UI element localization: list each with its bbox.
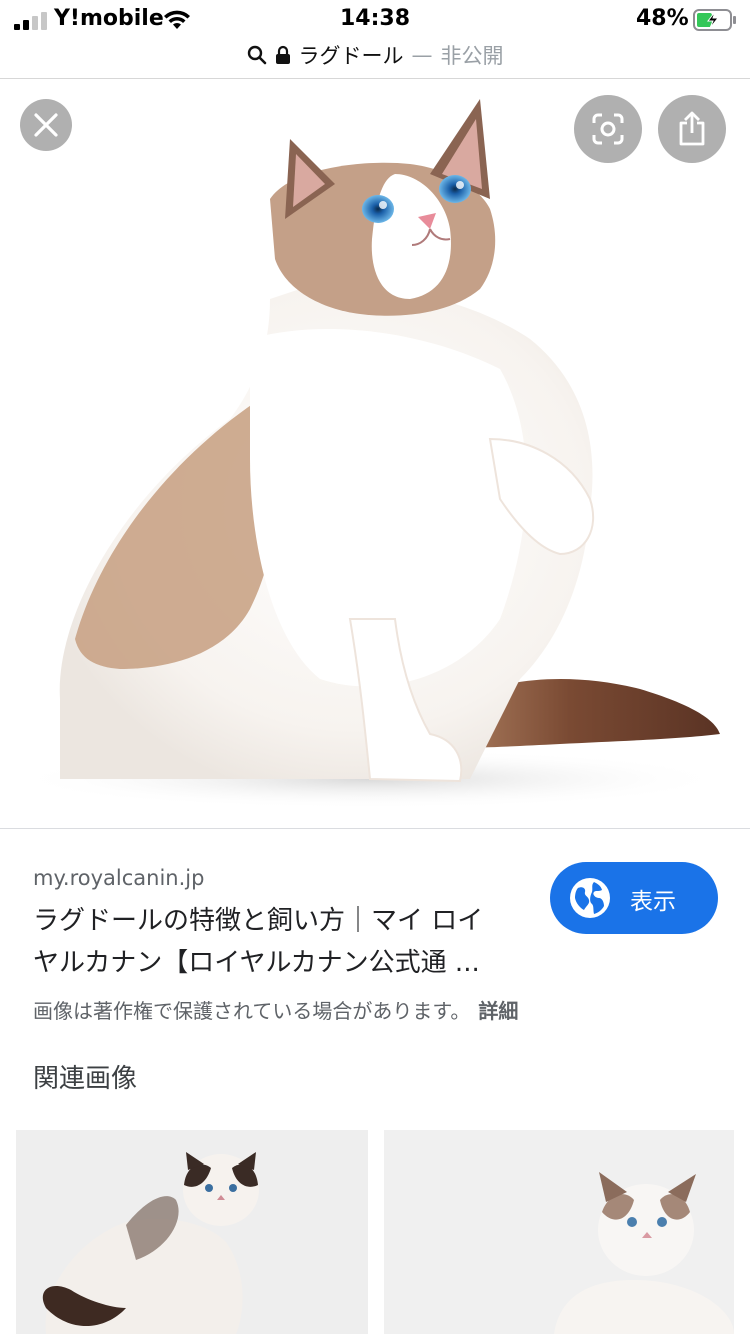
globe-icon [570,878,610,918]
share-icon [679,111,705,146]
battery-icon [693,9,736,31]
lens-icon [592,113,624,145]
related-image-thumbnail[interactable] [384,1130,734,1334]
related-cat-image [42,1152,259,1334]
result-title-line-1: ラグドールの特徴と飼い方｜マイ ロイ [33,906,484,936]
close-button[interactable] [20,99,72,151]
image-viewer[interactable] [0,79,750,828]
url-bar[interactable]: ラグドール — 非公開 [0,40,750,79]
related-cat-image [554,1172,734,1334]
url-title: ラグドール [298,44,404,68]
result-title-line-2: ヤルカナン【ロイヤルカナン公式通 ... [33,948,480,978]
copyright-notice: 画像は著作権で保護されている場合があります。 詳細 [33,995,518,1024]
related-images-heading: 関連画像 [33,1064,138,1094]
result-title-link[interactable]: ラグドールの特徴と飼い方｜マイ ロイ ヤルカナン【ロイヤルカナン公式通 ... [33,900,533,984]
related-image-thumbnail[interactable] [16,1130,368,1334]
copyright-text: 画像は著作権で保護されている場合があります。 [33,999,471,1023]
status-bar: Y!mobile 14:38 48% [0,0,750,40]
lock-icon [275,45,290,64]
url-bar-content: ラグドール — 非公開 [0,40,750,70]
visit-button-label: 表示 [630,889,676,915]
details-link[interactable]: 詳細 [478,999,518,1023]
ragdoll-cat-image [10,99,730,809]
share-button[interactable] [658,95,726,163]
source-domain[interactable]: my.royalcanin.jp [33,866,204,890]
divider [0,828,750,829]
close-icon [34,113,58,137]
battery-percent: 48% [636,6,689,31]
private-mode-label: 非公開 [440,44,504,68]
url-separator: — [411,43,433,67]
search-icon [247,45,266,65]
visit-button[interactable]: 表示 [550,862,718,934]
lens-search-button[interactable] [574,95,642,163]
